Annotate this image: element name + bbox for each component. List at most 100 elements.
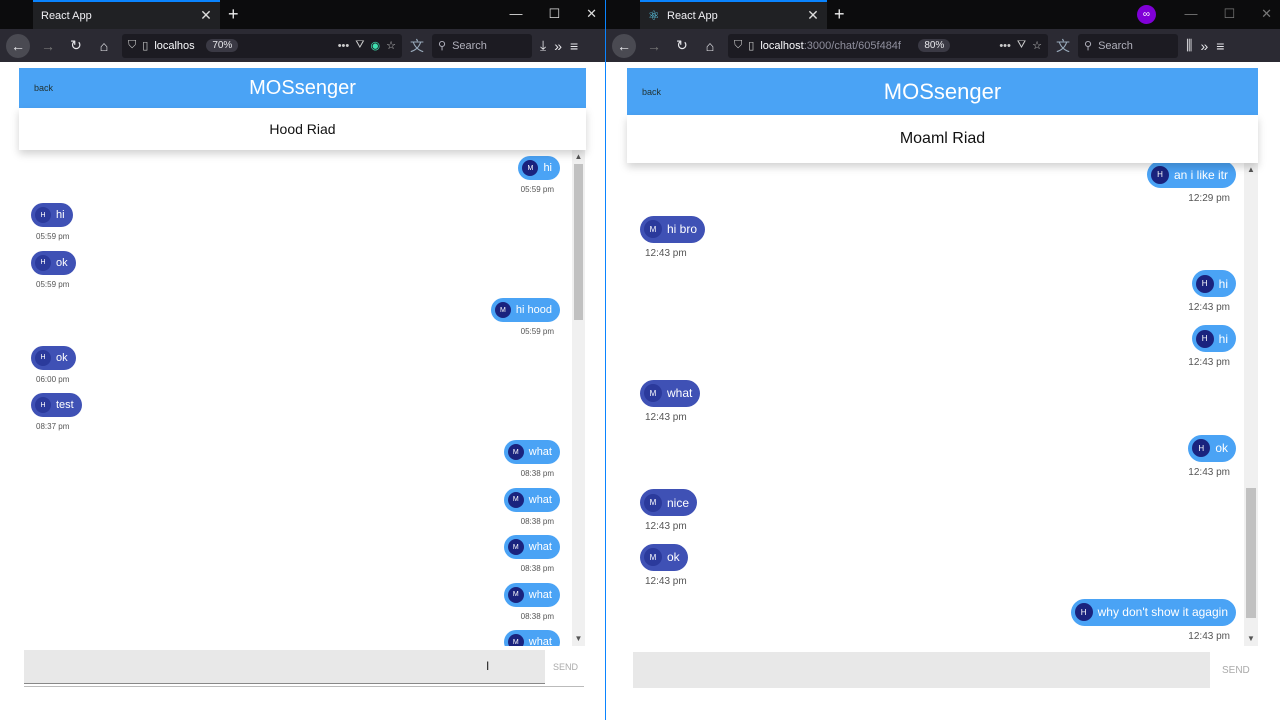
message-input[interactable] — [24, 650, 545, 684]
react-logo-icon: ⚛ — [648, 8, 660, 23]
search-placeholder: Search — [1098, 39, 1133, 52]
forward-arrow-icon[interactable]: → — [644, 38, 664, 54]
library-icon[interactable]: ⫼ — [1186, 37, 1192, 54]
minimize-icon[interactable]: — — [509, 6, 522, 22]
translate-icon[interactable]: ⽂ — [410, 36, 424, 56]
new-tab-icon[interactable]: + — [228, 4, 239, 25]
zoom-level[interactable]: 80% — [918, 39, 951, 52]
browser-tab[interactable]: ⚛ React App ✕ — [640, 0, 827, 29]
sent-message: Mhi hood — [490, 298, 560, 323]
back-arrow-icon[interactable]: ← — [612, 33, 636, 58]
maximize-icon[interactable]: ☐ — [548, 6, 560, 22]
avatar: H — [1192, 439, 1211, 457]
back-link[interactable]: back — [642, 87, 661, 97]
avatar: H — [35, 349, 51, 366]
zoom-level[interactable]: 70% — [206, 39, 239, 52]
scroll-down-icon[interactable]: ▼ — [572, 634, 585, 646]
contact-name-bar: Hood Riad — [19, 108, 586, 150]
menu-icon[interactable]: ≡ — [570, 38, 578, 54]
scrollbar[interactable]: ▲ ▼ — [572, 150, 585, 646]
composer: SEND — [633, 652, 1258, 688]
message-timestamp: 12:43 pm — [645, 411, 687, 423]
app-title: MOSsenger — [249, 76, 356, 99]
message-timestamp: 12:29 pm — [1188, 193, 1230, 204]
received-message: Mwhat — [640, 379, 701, 407]
scroll-thumb[interactable] — [574, 164, 583, 320]
scroll-up-icon[interactable]: ▲ — [572, 152, 585, 164]
message-input[interactable] — [633, 652, 1210, 688]
private-mask-icon: ∞ — [1137, 5, 1156, 24]
message-text: what — [667, 386, 693, 401]
url-bar[interactable]: ⛉ ▯ localhos 70% ••• ⛛ ◉ ☆ — [122, 33, 402, 58]
received-message: Mnice — [640, 489, 698, 517]
search-box[interactable]: ⚲ Search — [432, 33, 532, 58]
message-list[interactable]: Han i like itr 12:29 pm Mhi bro 12:43 pm Hhi… — [627, 163, 1244, 646]
text-cursor-icon: I — [486, 659, 490, 673]
home-icon[interactable]: ⌂ — [700, 38, 720, 54]
close-tab-icon[interactable]: ✕ — [805, 7, 821, 24]
browser-tab[interactable]: React App ✕ — [33, 0, 220, 29]
send-button[interactable]: SEND — [1222, 665, 1250, 676]
avatar: M — [644, 384, 662, 403]
message-text: hi — [543, 162, 552, 174]
maximize-icon[interactable]: ☐ — [1223, 6, 1235, 22]
download-icon[interactable]: ⤓ — [540, 37, 546, 54]
sent-message: Han i like itr — [1146, 163, 1236, 188]
translate-icon[interactable]: ⽂ — [1056, 36, 1070, 56]
back-arrow-icon[interactable]: ← — [6, 33, 30, 58]
scroll-thumb[interactable] — [1246, 488, 1256, 618]
sent-message: Hwhy don't show it agagin — [1070, 598, 1236, 626]
back-link[interactable]: back — [34, 83, 53, 93]
sent-message: Mhi — [518, 156, 560, 180]
window-controls: — ☐ ✕ — [1184, 6, 1272, 22]
pocket-icon[interactable]: ⛛ — [355, 39, 364, 52]
url-text: localhost:3000/chat/605f484f — [760, 40, 912, 52]
app-header: back MOSsenger — [627, 68, 1258, 115]
scroll-up-icon[interactable]: ▲ — [1244, 165, 1258, 177]
extension-icon[interactable]: ◉ — [371, 39, 381, 52]
scrollbar[interactable]: ▲ ▼ — [1244, 163, 1258, 646]
received-message: Mok — [640, 543, 688, 571]
url-host: localhost — [760, 39, 804, 52]
sent-message: Mwhat — [503, 487, 560, 512]
overflow-icon[interactable]: » — [1200, 38, 1208, 54]
composer: SEND — [24, 650, 584, 684]
url-path: :3000/chat/605f484f — [803, 39, 901, 52]
message-text: test — [56, 399, 74, 411]
avatar: M — [507, 491, 524, 508]
contact-name: Moaml Riad — [899, 130, 986, 147]
url-bar[interactable]: ⛉ ▯ localhost:3000/chat/605f484f 80% •••… — [728, 33, 1048, 58]
close-tab-icon[interactable]: ✕ — [198, 7, 214, 24]
forward-arrow-icon[interactable]: → — [38, 38, 58, 54]
pocket-icon[interactable]: ⛛ — [1017, 39, 1026, 52]
close-window-icon[interactable]: ✕ — [586, 6, 597, 22]
message-timestamp: 05:59 pm — [520, 327, 554, 337]
home-icon[interactable]: ⌂ — [94, 38, 114, 54]
search-box[interactable]: ⚲ Search — [1078, 33, 1178, 58]
scroll-down-icon[interactable]: ▼ — [1244, 634, 1258, 646]
close-window-icon[interactable]: ✕ — [1261, 6, 1272, 22]
bookmark-star-icon[interactable]: ☆ — [1032, 39, 1042, 52]
new-tab-icon[interactable]: + — [834, 4, 845, 25]
overflow-icon[interactable]: » — [554, 38, 562, 54]
contact-name: Hood Riad — [269, 121, 336, 137]
send-button[interactable]: SEND — [553, 662, 578, 672]
app-title: MOSsenger — [883, 78, 1002, 104]
bookmark-star-icon[interactable]: ☆ — [386, 39, 396, 52]
browser-window-right: ⚛ React App ✕ + ∞ — ☐ ✕ ← → ↻ ⌂ ⛉ ▯ loca… — [606, 0, 1280, 720]
message-list[interactable]: Mhi 05:59 pm Hhi 05:59 pm Hok 05:59 pm Mhi hoo… — [19, 150, 572, 646]
avatar: H — [1150, 165, 1169, 184]
minimize-icon[interactable]: — — [1184, 6, 1197, 22]
tab-title: React App — [41, 9, 92, 22]
reload-icon[interactable]: ↻ — [66, 37, 86, 54]
message-text: what — [528, 541, 552, 554]
message-timestamp: 05:59 pm — [36, 279, 70, 289]
search-placeholder: Search — [452, 39, 487, 52]
more-actions-icon[interactable]: ••• — [338, 40, 350, 52]
reload-icon[interactable]: ↻ — [672, 37, 692, 54]
menu-icon[interactable]: ≡ — [1216, 38, 1224, 54]
more-actions-icon[interactable]: ••• — [999, 40, 1011, 52]
received-message: Hhi — [31, 203, 73, 228]
sent-message: Mwhat — [503, 535, 560, 560]
message-timestamp: 08:38 pm — [520, 469, 554, 479]
